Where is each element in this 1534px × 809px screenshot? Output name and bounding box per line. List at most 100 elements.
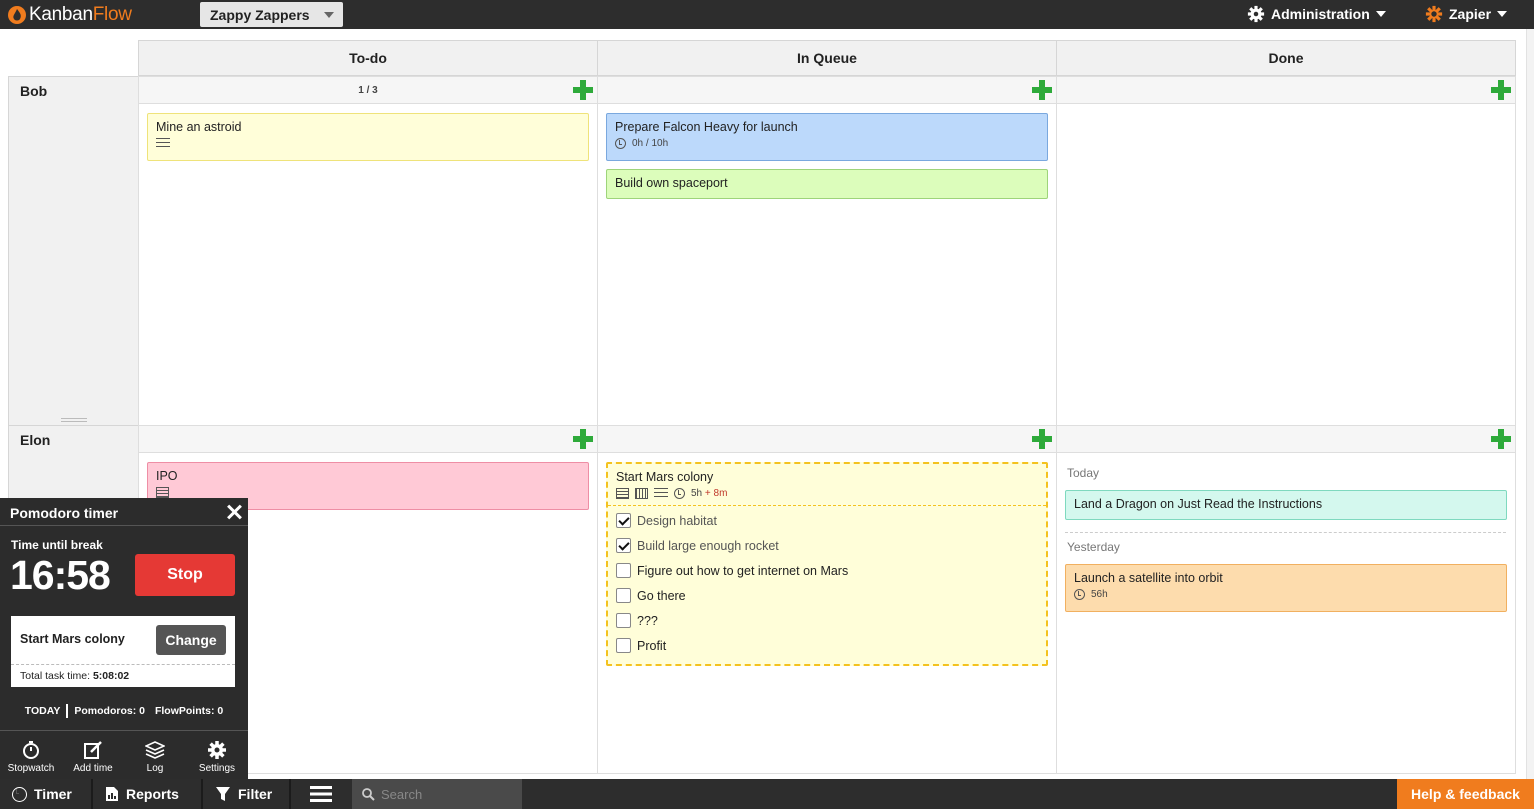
column-header-todo[interactable]: To-do bbox=[138, 40, 598, 76]
column-header-done[interactable]: Done bbox=[1056, 40, 1516, 76]
search-box[interactable] bbox=[352, 779, 522, 809]
add-task-icon[interactable] bbox=[573, 80, 593, 100]
subtask-checkbox[interactable] bbox=[616, 538, 631, 553]
add-task-icon[interactable] bbox=[1032, 80, 1052, 100]
board-selector[interactable]: Zappy Zappers bbox=[200, 2, 343, 27]
cell-header-bob-done bbox=[1056, 76, 1516, 104]
action-label: Add time bbox=[73, 763, 113, 774]
swimlane-bob: Bob bbox=[8, 76, 139, 426]
countdown: 16:58 bbox=[10, 552, 111, 598]
flowpoints-count: FlowPoints: 0 bbox=[154, 705, 224, 717]
subtask-label: Design habitat bbox=[637, 513, 717, 528]
time-spent-extra: + 8m bbox=[704, 488, 728, 499]
resize-handle[interactable] bbox=[61, 418, 87, 422]
administration-menu[interactable]: Administration bbox=[1247, 5, 1386, 23]
layers-icon bbox=[145, 741, 165, 759]
action-label: Log bbox=[146, 763, 164, 774]
help-feedback-button[interactable]: Help & feedback bbox=[1397, 779, 1534, 809]
administration-label: Administration bbox=[1271, 6, 1370, 22]
subtask-checkbox[interactable] bbox=[616, 588, 631, 603]
task-card[interactable]: Launch a satellite into orbit 56h bbox=[1065, 564, 1507, 612]
time-spent: 5h + 8m bbox=[691, 488, 727, 499]
current-task-box: Start Mars colony Change Total task time… bbox=[11, 616, 235, 687]
gear-icon bbox=[1247, 5, 1265, 23]
subtask-item[interactable]: Go there bbox=[616, 583, 1038, 608]
chevron-down-icon bbox=[323, 11, 334, 18]
logo-text: KanbanFlow bbox=[29, 4, 132, 26]
subtask-label: Go there bbox=[637, 588, 686, 603]
today-label: TODAY bbox=[24, 705, 61, 717]
cell-bob-done bbox=[1056, 104, 1516, 426]
subtask-item[interactable]: Figure out how to get internet on Mars bbox=[616, 558, 1038, 583]
task-card[interactable]: Prepare Falcon Heavy for launch 0h / 10h bbox=[606, 113, 1048, 161]
stopwatch-button[interactable]: Stopwatch bbox=[0, 731, 62, 779]
current-task-name: Start Mars colony bbox=[20, 632, 125, 646]
search-input[interactable] bbox=[381, 786, 511, 802]
column-title: In Queue bbox=[797, 50, 857, 66]
day-group-yesterday: Yesterday bbox=[1067, 540, 1120, 554]
timer-button[interactable]: Timer bbox=[0, 779, 91, 809]
subtask-label: Build large enough rocket bbox=[637, 538, 779, 553]
vertical-scrollbar[interactable] bbox=[1526, 29, 1534, 779]
subtask-item[interactable]: Design habitat bbox=[616, 508, 1038, 533]
clock-icon bbox=[674, 488, 685, 499]
gear-icon bbox=[208, 741, 226, 759]
edit-icon bbox=[84, 741, 102, 759]
chevron-down-icon bbox=[1375, 11, 1386, 17]
subtask-checkbox[interactable] bbox=[616, 613, 631, 628]
logo-flame-icon bbox=[8, 5, 26, 24]
add-task-icon[interactable] bbox=[1032, 429, 1052, 449]
log-button[interactable]: Log bbox=[124, 731, 186, 779]
pomodoro-title: Pomodoro timer bbox=[10, 505, 119, 521]
time-spent: 56h bbox=[1091, 589, 1108, 600]
user-name: Zapier bbox=[1449, 6, 1492, 22]
time-label: Time until break bbox=[11, 538, 103, 552]
report-icon bbox=[106, 787, 118, 801]
checklist-icon bbox=[654, 488, 668, 499]
close-icon[interactable] bbox=[226, 504, 242, 520]
subtask-checkbox[interactable] bbox=[616, 513, 631, 528]
kanbanflow-logo[interactable]: KanbanFlow bbox=[8, 4, 132, 25]
subtask-item[interactable]: ??? bbox=[616, 608, 1038, 633]
description-icon bbox=[156, 487, 169, 498]
column-header-in-queue[interactable]: In Queue bbox=[597, 40, 1057, 76]
today-stats: TODAY Pomodoros: 0 FlowPoints: 0 bbox=[0, 704, 248, 718]
description-icon bbox=[616, 488, 629, 499]
menu-button[interactable] bbox=[291, 779, 351, 809]
zapier-logo-icon bbox=[1425, 5, 1443, 23]
total-task-time: Total task time: 5:08:02 bbox=[20, 670, 129, 682]
top-bar: KanbanFlow Zappy Zappers Administration … bbox=[0, 0, 1534, 29]
change-task-button[interactable]: Change bbox=[156, 625, 226, 655]
add-task-icon[interactable] bbox=[573, 429, 593, 449]
stop-button[interactable]: Stop bbox=[135, 554, 235, 596]
user-menu[interactable]: Zapier bbox=[1425, 5, 1508, 23]
filter-button[interactable]: Filter bbox=[203, 779, 289, 809]
task-card[interactable]: Build own spaceport bbox=[606, 169, 1048, 199]
time-spent-base: 5h bbox=[691, 488, 703, 499]
subtask-item[interactable]: Build large enough rocket bbox=[616, 533, 1038, 558]
subtask-checkbox[interactable] bbox=[616, 563, 631, 578]
action-label: Settings bbox=[198, 763, 236, 774]
divider bbox=[0, 525, 248, 526]
add-task-icon[interactable] bbox=[1491, 80, 1511, 100]
cell-header-bob-queue bbox=[597, 76, 1057, 104]
subtask-label: ??? bbox=[637, 613, 658, 628]
subtask-item[interactable]: Profit bbox=[616, 633, 1038, 658]
task-title: Launch a satellite into orbit bbox=[1074, 571, 1223, 585]
cell-header-elon-queue bbox=[597, 425, 1057, 453]
subtask-checkbox[interactable] bbox=[616, 638, 631, 653]
subtask-label: Figure out how to get internet on Mars bbox=[637, 563, 849, 578]
task-card[interactable]: Mine an astroid bbox=[147, 113, 589, 161]
task-title: Start Mars colony bbox=[616, 470, 714, 484]
pomodoro-actions: Stopwatch Add time Log Settings bbox=[0, 730, 248, 779]
add-time-button[interactable]: Add time bbox=[62, 731, 124, 779]
total-time-value: 5:08:02 bbox=[92, 670, 130, 682]
task-card[interactable]: Land a Dragon on Just Read the Instructi… bbox=[1065, 490, 1507, 520]
add-task-icon[interactable] bbox=[1491, 429, 1511, 449]
cell-header-elon-todo bbox=[138, 425, 598, 453]
task-card-active[interactable]: Start Mars colony 5h + 8m Design habitat… bbox=[606, 462, 1048, 666]
checklist-icon bbox=[156, 138, 170, 149]
swimlane-name: Elon bbox=[20, 432, 51, 448]
reports-button[interactable]: Reports bbox=[93, 779, 201, 809]
settings-button[interactable]: Settings bbox=[186, 731, 248, 779]
